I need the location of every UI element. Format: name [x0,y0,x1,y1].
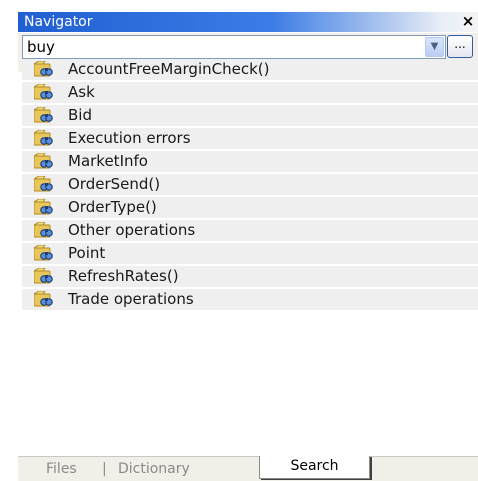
window-title: Navigator [24,14,93,30]
result-label: AccountFreeMarginCheck() [68,60,270,78]
close-icon[interactable]: × [458,12,478,32]
list-item[interactable]: OrderSend() [22,174,478,197]
find-icon [34,153,53,169]
find-icon [34,84,53,100]
find-icon [34,61,53,77]
result-label: Trade operations [68,290,194,308]
navigator-panel: Navigator × ▼ ... AccountFreeMarginCheck… [18,12,478,481]
find-icon [34,245,53,261]
find-icon [34,222,53,238]
result-label: Execution errors [68,129,191,147]
list-item[interactable]: MarketInfo [22,151,478,174]
list-item[interactable]: Other operations [22,220,478,243]
list-item[interactable]: Execution errors [22,128,478,151]
result-label: Other operations [68,221,196,239]
find-icon [34,130,53,146]
result-label: Ask [68,83,95,101]
result-label: OrderSend() [68,175,161,193]
list-item[interactable]: OrderType() [22,197,478,220]
list-item[interactable]: Bid [22,105,478,128]
search-input[interactable] [23,36,413,58]
list-item[interactable]: AccountFreeMarginCheck() [22,59,478,82]
title-bar: Navigator × [18,12,478,32]
tab-separator: | [102,461,107,477]
browse-button[interactable]: ... [447,35,473,58]
list-item[interactable]: Trade operations [22,289,478,312]
tab-dictionary[interactable]: Dictionary [118,459,190,479]
list-item[interactable]: RefreshRates() [22,266,478,289]
result-label: OrderType() [68,198,157,216]
tab-files[interactable]: Files [46,459,77,479]
chevron-down-icon[interactable]: ▼ [425,37,444,57]
find-icon [34,268,53,284]
find-icon [34,199,53,215]
tab-search[interactable]: Search [259,456,370,479]
list-item[interactable]: Point [22,243,478,266]
bottom-tab-bar: Files | Dictionary Search [18,456,478,481]
result-label: RefreshRates() [68,267,179,285]
find-icon [34,107,53,123]
search-results-list: AccountFreeMarginCheck() Ask Bid Executi… [22,59,478,312]
search-combobox[interactable]: ▼ [22,35,446,59]
find-icon [34,291,53,307]
list-item[interactable]: Ask [22,82,478,105]
find-icon [34,176,53,192]
result-label: Bid [68,106,92,124]
result-label: Point [68,244,106,262]
result-label: MarketInfo [68,152,148,170]
